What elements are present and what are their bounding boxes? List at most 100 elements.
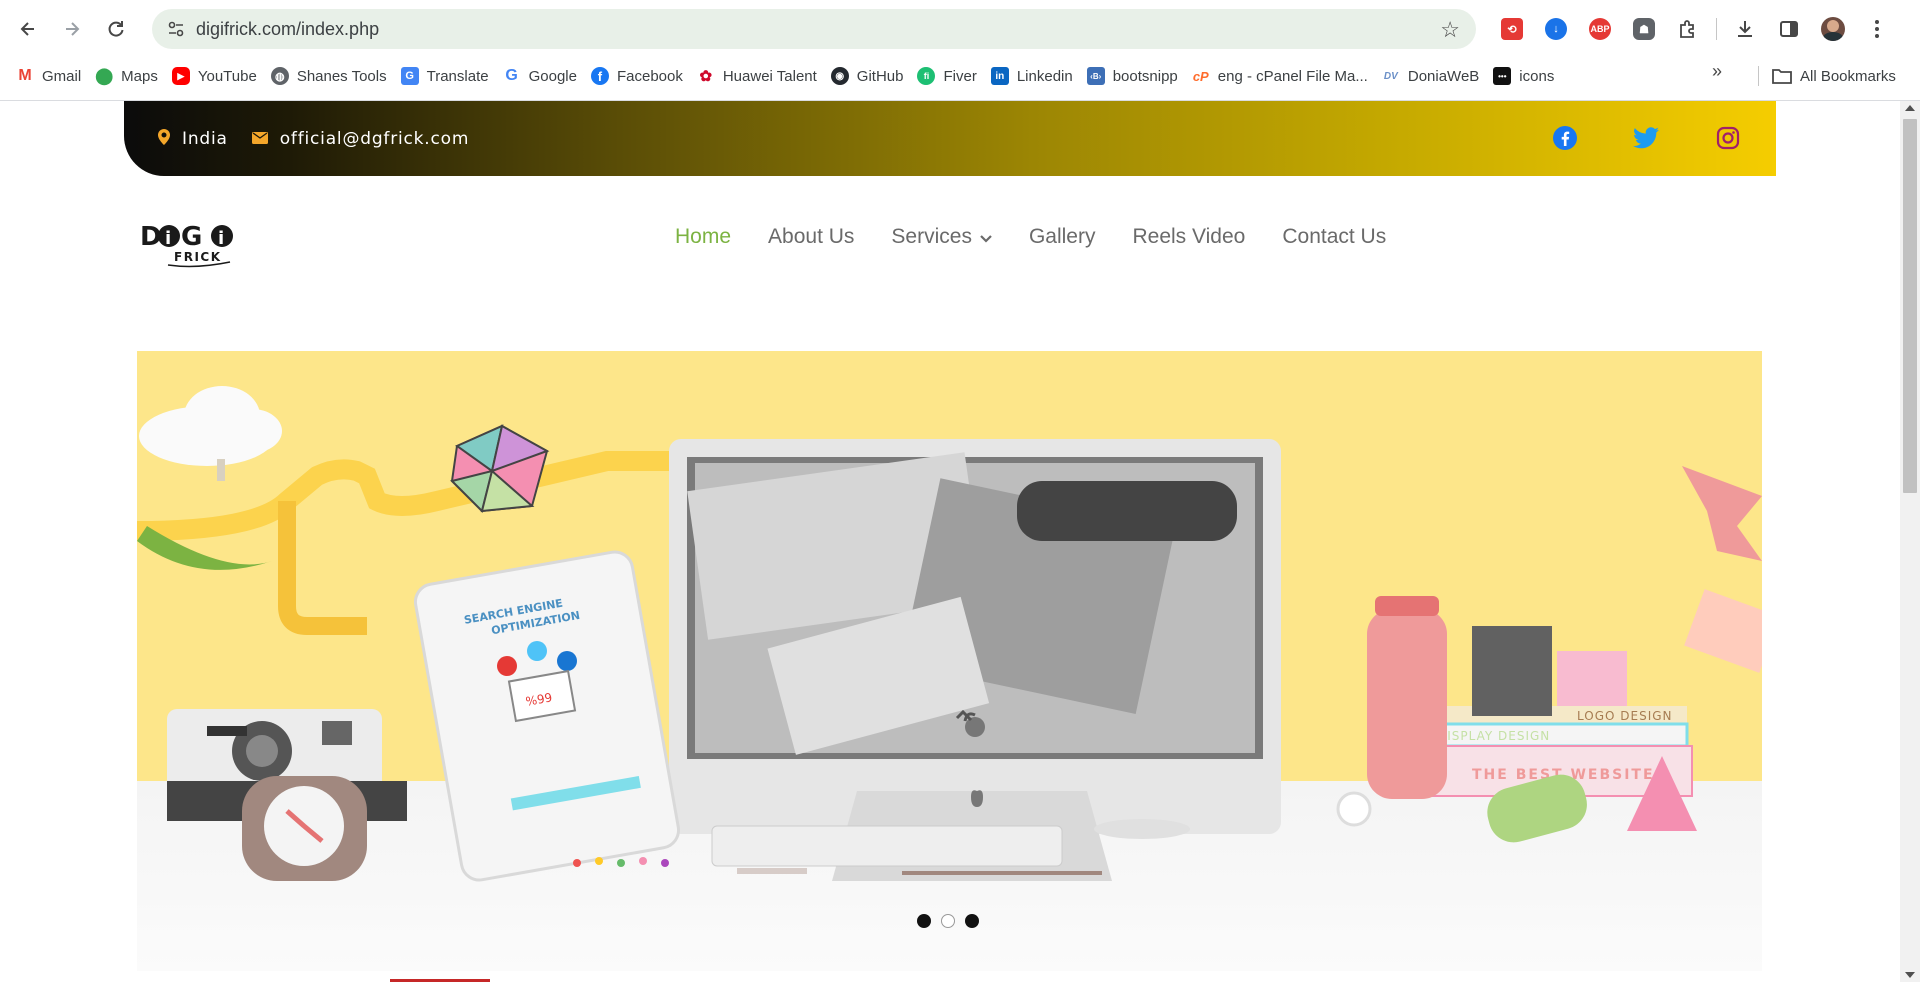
- bookmarks-divider: [1758, 66, 1759, 86]
- bookmark-bootsnipp[interactable]: ‹B› bootsnipp: [1083, 61, 1188, 91]
- bookmark-linkedin[interactable]: in Linkedin: [987, 61, 1083, 91]
- svg-text:DISPLAY DESIGN: DISPLAY DESIGN: [1437, 729, 1550, 743]
- downloads-icon[interactable]: [1723, 9, 1767, 49]
- location-info: India: [158, 128, 228, 149]
- reload-icon: [108, 21, 124, 37]
- browser-menu-icon[interactable]: [1855, 9, 1899, 49]
- site-navbar: D i G i FRICK Home About Us Services Gal…: [124, 201, 1776, 281]
- bookmark-github[interactable]: ◉ GitHub: [827, 61, 914, 91]
- reload-button[interactable]: [94, 7, 138, 51]
- side-panel-icon[interactable]: [1767, 9, 1811, 49]
- svg-text:G: G: [181, 222, 202, 252]
- cpanel-icon: cP: [1192, 68, 1209, 84]
- svg-text:LOGO DESIGN: LOGO DESIGN: [1577, 709, 1673, 723]
- doniaweb-icon: DV: [1383, 70, 1398, 82]
- page-scrollbar[interactable]: [1900, 101, 1920, 982]
- bookmark-cpanel[interactable]: cP eng - cPanel File Ma...: [1188, 61, 1378, 91]
- menu-gallery[interactable]: Gallery: [1029, 225, 1096, 249]
- puzzle-extensions-icon[interactable]: [1666, 9, 1710, 49]
- bootsnipp-icon: ‹B›: [1086, 67, 1105, 85]
- menu-home[interactable]: Home: [675, 225, 731, 249]
- twitter-icon: [1633, 127, 1659, 149]
- extension-red-icon[interactable]: ⟲: [1490, 9, 1534, 49]
- site-info-icon[interactable]: [156, 9, 196, 49]
- hero-illustration: SEARCH ENGINE OPTIMIZATION %99 LOGO DESI…: [137, 386, 1762, 882]
- digifrick-logo[interactable]: D i G i FRICK: [138, 215, 248, 269]
- huawei-icon: ✿: [699, 68, 713, 85]
- facebook-icon: [1553, 126, 1577, 150]
- location-pin-icon: [158, 128, 170, 149]
- browser-chrome: digifrick.com/index.php ☆ ⟲ ↓ ABP ☗ M Gma…: [0, 0, 1920, 101]
- facebook-icon: f: [590, 67, 609, 85]
- instagram-icon: [1716, 126, 1740, 150]
- top-info-bar: India official@dgfrick.com: [124, 101, 1776, 176]
- extensions-area: ⟲ ↓ ABP ☗: [1490, 9, 1899, 49]
- twitter-social-link[interactable]: [1631, 123, 1661, 153]
- translate-icon: G: [400, 67, 419, 85]
- envelope-icon: [251, 130, 268, 148]
- main-menu: Home About Us Services Gallery Reels Vid…: [675, 225, 1423, 249]
- tablet-illustration: SEARCH ENGINE OPTIMIZATION %99: [413, 550, 681, 882]
- bookmark-star-icon[interactable]: ☆: [1440, 17, 1460, 43]
- svg-text:i: i: [165, 228, 171, 249]
- location-text: India: [182, 128, 228, 149]
- toolbar-divider: [1716, 18, 1717, 40]
- all-bookmarks-button[interactable]: All Bookmarks: [1772, 61, 1896, 91]
- svg-text:FRICK: FRICK: [174, 250, 222, 264]
- bookmark-translate[interactable]: G Translate: [397, 61, 499, 91]
- menu-contact-us[interactable]: Contact Us: [1282, 225, 1386, 249]
- bookmark-shanes-tools[interactable]: ◍ Shanes Tools: [267, 61, 397, 91]
- facebook-social-link[interactable]: [1550, 123, 1580, 153]
- carousel-dot-1[interactable]: [917, 914, 931, 928]
- google-icon: G: [505, 67, 518, 84]
- hero-carousel: SEARCH ENGINE OPTIMIZATION %99 LOGO DESI…: [137, 351, 1762, 971]
- github-icon: ◉: [830, 67, 849, 85]
- bookmark-icons[interactable]: ••• icons: [1489, 61, 1564, 91]
- forward-button[interactable]: [50, 7, 94, 51]
- linkedin-icon: in: [990, 67, 1009, 85]
- fiverr-icon: fi: [917, 67, 936, 85]
- youtube-icon: ▶: [171, 67, 190, 85]
- clock-illustration: [242, 776, 367, 881]
- bookmark-maps[interactable]: ⬤ Maps: [91, 61, 168, 91]
- bookmark-youtube[interactable]: ▶ YouTube: [168, 61, 267, 91]
- bookmark-doniaweb[interactable]: DV DoniaWeB: [1378, 61, 1489, 91]
- scrollbar-thumb[interactable]: [1903, 119, 1917, 493]
- scroll-up-arrow-icon[interactable]: [1905, 105, 1915, 111]
- carousel-dot-2[interactable]: [941, 914, 955, 928]
- menu-about-us[interactable]: About Us: [768, 225, 854, 249]
- folder-icon: [1772, 69, 1792, 84]
- forward-arrow-icon: [66, 22, 80, 36]
- gmail-icon: M: [18, 67, 32, 84]
- email-text[interactable]: official@dgfrick.com: [280, 129, 470, 149]
- menu-reels-video[interactable]: Reels Video: [1132, 225, 1245, 249]
- menu-services[interactable]: Services: [891, 225, 992, 249]
- bookmark-facebook[interactable]: f Facebook: [587, 61, 693, 91]
- svg-text:i: i: [218, 228, 224, 249]
- chevron-down-icon: [980, 231, 992, 246]
- monitor-illustration: [669, 439, 1281, 881]
- bookmark-google[interactable]: G Google: [499, 61, 587, 91]
- url-text[interactable]: digifrick.com/index.php: [196, 19, 379, 40]
- bookmark-huawei-talent[interactable]: ✿ Huawei Talent: [693, 61, 827, 91]
- scroll-down-arrow-icon[interactable]: [1905, 972, 1915, 978]
- extension-download-icon[interactable]: ↓: [1534, 9, 1578, 49]
- globe-icon: ◍: [270, 67, 289, 85]
- carousel-dot-3[interactable]: [965, 914, 979, 928]
- web-page: India official@dgfrick.com D i G i FRICK: [0, 101, 1900, 982]
- instagram-social-link[interactable]: [1713, 123, 1743, 153]
- address-bar[interactable]: digifrick.com/index.php ☆: [152, 9, 1476, 49]
- back-arrow-icon: [20, 22, 34, 36]
- robot-extension-icon[interactable]: ☗: [1622, 9, 1666, 49]
- bookmark-gmail[interactable]: M Gmail: [12, 61, 91, 91]
- profile-avatar[interactable]: [1811, 9, 1855, 49]
- carousel-indicators: [917, 914, 979, 928]
- more-bookmarks-chevron-icon[interactable]: »: [1712, 61, 1722, 82]
- bookmarks-bar: M Gmail ⬤ Maps ▶ YouTube ◍ Shanes Tools G Tra…: [0, 58, 1920, 94]
- adblock-icon[interactable]: ABP: [1578, 9, 1622, 49]
- cloud-icon: [139, 386, 282, 481]
- maps-icon: ⬤: [95, 68, 114, 85]
- email-info[interactable]: official@dgfrick.com: [251, 129, 470, 149]
- back-button[interactable]: [6, 7, 50, 51]
- bookmark-fiver[interactable]: fi Fiver: [913, 61, 986, 91]
